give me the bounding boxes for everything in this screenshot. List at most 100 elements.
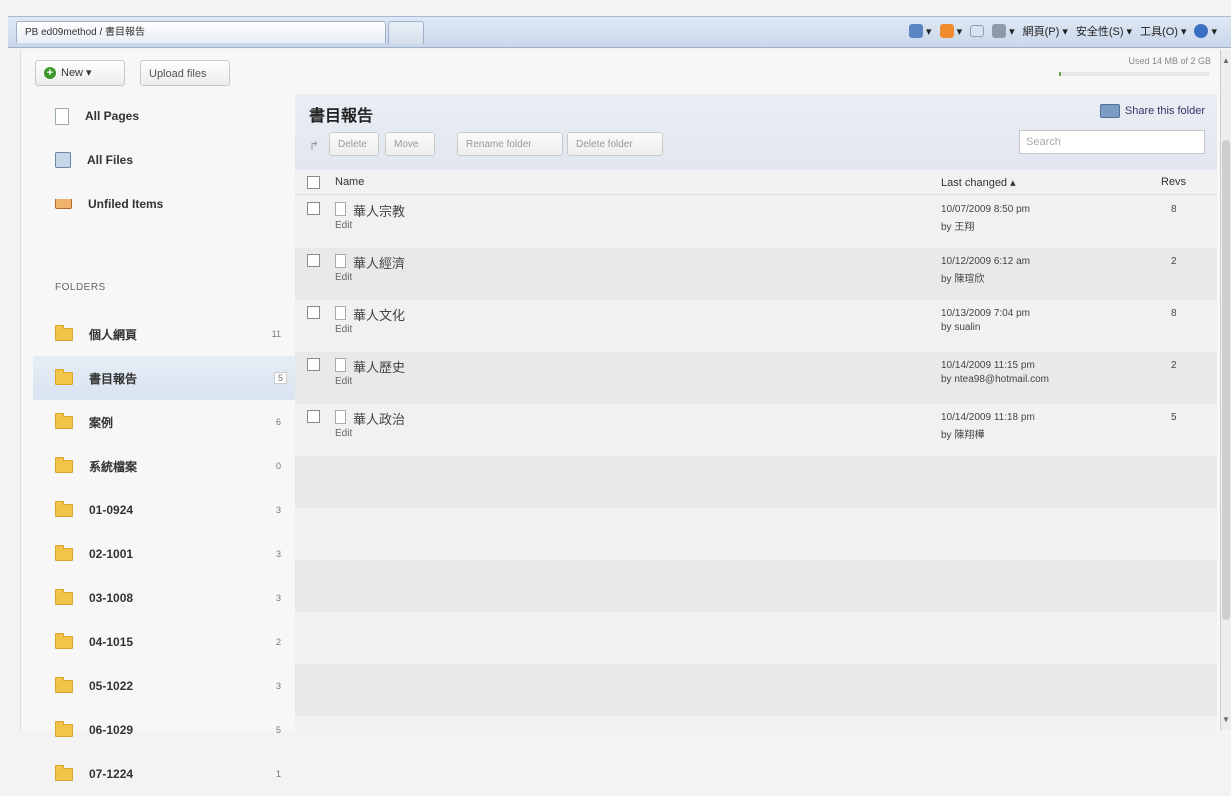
app-window: + New ▾ Upload files Used 14 MB of 2 GB … [20, 50, 1221, 781]
sidebar-folder-item[interactable]: 系統檔案 0 [33, 444, 295, 488]
table-row[interactable]: 華人經濟 Edit 10/12/2009 6:12 am by 陳瑄欣 2 [295, 248, 1217, 300]
sidebar-folder-item[interactable]: 書目報告 5 [33, 356, 295, 400]
last-changed-by[interactable]: by sualin [941, 322, 980, 333]
edit-link[interactable]: Edit [335, 324, 352, 335]
move-button[interactable]: Move [385, 132, 435, 156]
sidebar-folder-item[interactable]: 04-1015 2 [33, 620, 295, 664]
row-checkbox[interactable] [307, 358, 320, 371]
share-folder-link[interactable]: Share this folder [1099, 104, 1205, 118]
rss-icon [939, 24, 954, 38]
last-changed-by[interactable]: by 陳瑄欣 [941, 270, 984, 285]
column-header-revs[interactable]: Revs [1161, 176, 1186, 188]
row-checkbox[interactable] [307, 254, 320, 267]
sidebar-folder-item[interactable]: 06-1029 5 [33, 708, 295, 752]
safety-menu-label: 安全性(S) [1075, 26, 1124, 38]
last-changed-date: 10/14/2009 11:18 pm [941, 412, 1035, 423]
help-menu[interactable]: ▾ [1194, 24, 1217, 38]
select-all-checkbox[interactable] [307, 176, 320, 189]
sidebar-item-all-pages[interactable]: All Pages [33, 94, 295, 138]
folder-label: 03-1008 [89, 591, 134, 605]
edit-link[interactable]: Edit [335, 376, 352, 387]
folders-heading: FOLDERS [55, 282, 106, 293]
rename-folder-button[interactable]: Rename folder [457, 132, 563, 156]
sidebar-folder-item[interactable]: 05-1022 3 [33, 664, 295, 708]
last-changed-date: 10/13/2009 7:04 pm [941, 308, 1030, 319]
browser-tab[interactable]: PB ed09method / 書目報告 [16, 21, 386, 43]
edit-link[interactable]: Edit [335, 220, 352, 231]
sidebar-folder-item[interactable]: 01-0924 3 [33, 488, 295, 532]
folder-icon [55, 368, 73, 385]
column-header-name[interactable]: Name [335, 176, 364, 188]
scroll-down-arrow-icon[interactable]: ▼ [1221, 715, 1231, 724]
mail-button[interactable] [970, 25, 985, 37]
folder-count: 3 [275, 505, 281, 515]
sidebar-item-all-files[interactable]: All Files [33, 138, 295, 182]
feeds-button[interactable]: ▾ [939, 24, 962, 38]
document-name-link[interactable]: 華人歷史 [353, 357, 405, 376]
revision-count[interactable]: 2 [1171, 360, 1177, 371]
edit-link[interactable]: Edit [335, 428, 352, 439]
select-arrow-icon: ↱ [309, 139, 320, 153]
revision-count[interactable]: 8 [1171, 204, 1177, 215]
scrollbar-thumb[interactable] [1222, 140, 1230, 620]
table-row[interactable]: 華人政治 Edit 10/14/2009 11:18 pm by 陳翔樺 5 [295, 404, 1217, 456]
sidebar-folder-item[interactable]: 03-1008 3 [33, 576, 295, 620]
table-row[interactable]: 華人宗教 Edit 10/07/2009 8:50 pm by 王翔 8 [295, 196, 1217, 248]
folder-icon [55, 676, 73, 693]
plus-icon: + [44, 67, 56, 79]
document-name-link[interactable]: 華人文化 [353, 305, 405, 324]
sidebar-folder-item[interactable]: 個人網頁 11 [33, 312, 295, 356]
sidebar-folder-item[interactable]: 案例 6 [33, 400, 295, 444]
table-row[interactable]: 華人文化 Edit 10/13/2009 7:04 pm by sualin 8 [295, 300, 1217, 352]
sidebar-folder-item[interactable]: 02-1001 3 [33, 532, 295, 576]
row-checkbox[interactable] [307, 202, 320, 215]
delete-button[interactable]: Delete [329, 132, 379, 156]
last-changed-date: 10/14/2009 11:15 pm [941, 360, 1035, 371]
column-header-last-changed[interactable]: Last changed ▴ [941, 176, 1016, 189]
home-button[interactable]: ▾ [909, 24, 932, 38]
print-button[interactable]: ▾ [992, 24, 1015, 38]
page-scrollbar[interactable]: ▲ ▼ [1220, 50, 1231, 730]
document-name-link[interactable]: 華人經濟 [353, 253, 405, 272]
new-tab-button[interactable] [388, 21, 424, 44]
row-checkbox[interactable] [307, 410, 320, 423]
page-menu[interactable]: 網頁(P) ▾ [1023, 23, 1068, 39]
document-name-link[interactable]: 華人宗教 [353, 201, 405, 220]
folder-count: 0 [275, 461, 281, 471]
print-icon [992, 24, 1007, 38]
folder-count: 5 [275, 725, 281, 735]
last-changed-by[interactable]: by 王翔 [941, 218, 974, 233]
delete-folder-button[interactable]: Delete folder [567, 132, 663, 156]
last-changed-by[interactable]: by 陳翔樺 [941, 426, 984, 441]
revision-count[interactable]: 8 [1171, 308, 1177, 319]
table-row[interactable]: 華人歷史 Edit 10/14/2009 11:15 pm by ntea98@hot… [295, 352, 1217, 404]
document-icon [335, 202, 346, 216]
tools-menu[interactable]: 工具(O) ▾ [1140, 23, 1186, 39]
safety-menu[interactable]: 安全性(S) ▾ [1076, 23, 1132, 39]
upload-files-button[interactable]: Upload files [140, 60, 230, 86]
document-icon [335, 306, 346, 320]
folder-icon [55, 764, 73, 781]
sidebar-folder-item[interactable]: 07-1224 1 [33, 752, 295, 796]
revision-count[interactable]: 2 [1171, 256, 1177, 267]
last-changed-date: 10/07/2009 8:50 pm [941, 204, 1030, 215]
sidebar-item-label: All Pages [85, 109, 140, 123]
document-name-link[interactable]: 華人政治 [353, 409, 405, 428]
folder-icon [55, 500, 73, 517]
edit-link[interactable]: Edit [335, 272, 352, 283]
folder-icon [55, 324, 73, 341]
scroll-up-arrow-icon[interactable]: ▲ [1221, 56, 1231, 65]
new-button[interactable]: + New ▾ [35, 60, 125, 86]
folder-label: 06-1029 [89, 723, 134, 737]
sidebar-item-unfiled-items[interactable]: Unfiled Items [33, 182, 295, 226]
storage-usage-text: Used 14 MB of 2 GB [1128, 56, 1211, 66]
folder-count: 3 [275, 681, 281, 691]
table-header: Name Last changed ▴ Revs [295, 170, 1217, 195]
last-changed-by[interactable]: by ntea98@hotmail.com [941, 374, 1049, 385]
revision-count[interactable]: 5 [1171, 412, 1177, 423]
folder-count: 3 [275, 593, 281, 603]
main-panel: 書目報告 Share this folder ↱ Delete Move Ren… [295, 94, 1217, 730]
row-checkbox[interactable] [307, 306, 320, 319]
search-input[interactable]: Search [1019, 130, 1205, 154]
folder-icon [55, 412, 73, 429]
